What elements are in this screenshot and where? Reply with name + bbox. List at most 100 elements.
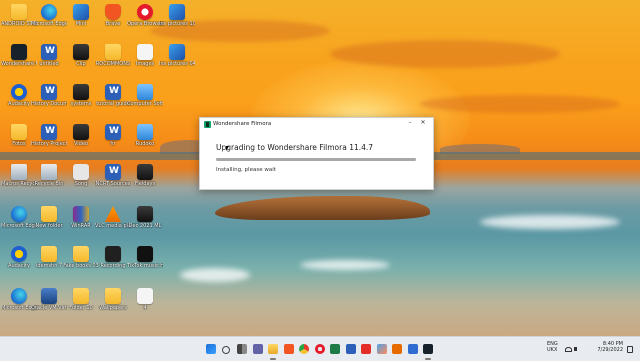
word-icon bbox=[105, 124, 121, 140]
minimize-button[interactable]: – bbox=[405, 119, 415, 129]
task-view-icon[interactable] bbox=[237, 344, 247, 354]
desktop-icon-label: Ins pictures 10 bbox=[159, 21, 195, 27]
desktop-icon[interactable]: Fotos bbox=[4, 124, 34, 156]
dialog-title: Wondershare Filmora bbox=[213, 121, 272, 127]
edge-icon bbox=[41, 4, 57, 20]
folder-icon bbox=[41, 206, 57, 222]
wifi-icon[interactable] bbox=[565, 347, 572, 352]
brave-icon[interactable] bbox=[283, 344, 294, 354]
desktop-icon-label: Fake books 03 bbox=[63, 263, 99, 269]
file-explorer-icon[interactable] bbox=[268, 344, 278, 354]
close-button[interactable]: ✕ bbox=[418, 119, 428, 129]
desktop-icon-label: Fieldays bbox=[134, 181, 156, 187]
desktop-icon[interactable]: Microsoft Edge bbox=[1, 206, 37, 238]
word-icon bbox=[105, 84, 121, 100]
desktop-icon[interactable]: Ins pictures 10 bbox=[159, 4, 195, 36]
word-icon bbox=[105, 164, 121, 180]
photos-icon[interactable] bbox=[376, 344, 387, 354]
desktop-icon[interactable]: 4 bbox=[130, 288, 160, 320]
desktop-icon[interactable]: Oracle VM VirtualBox bbox=[31, 288, 67, 320]
install-heading: Upgrading to Wondershare Filmora 11.4.7 bbox=[216, 143, 374, 152]
desktop-icon[interactable]: New folder bbox=[34, 206, 64, 238]
opera-icon[interactable] bbox=[314, 344, 325, 354]
desktop-icon[interactable]: Macros Recycle bbox=[1, 164, 37, 196]
word-icon[interactable] bbox=[345, 344, 356, 354]
desktop-icon[interactable]: Wondershare Filmora 11 bbox=[1, 44, 37, 76]
desktop-icon[interactable]: Ins pictures 04 bbox=[159, 44, 195, 76]
desktop-icon[interactable]: ROCOMMONS bbox=[96, 44, 130, 76]
folder-icon bbox=[105, 288, 121, 304]
desktop-icon[interactable]: Clip bbox=[66, 44, 96, 76]
desktop-icon[interactable]: Wallpapers bbox=[98, 288, 128, 320]
wallpaper-rock bbox=[215, 196, 430, 220]
install-progress-fill bbox=[216, 158, 416, 161]
vbox-icon bbox=[41, 288, 57, 304]
desktop-icon[interactable]: tutorial guide bbox=[96, 84, 130, 116]
desktop-icon[interactable]: Fake books 03 bbox=[63, 246, 99, 278]
youtube-icon[interactable] bbox=[361, 344, 371, 354]
folder-icon bbox=[105, 44, 121, 60]
desktop-icon[interactable]: Brave bbox=[98, 4, 128, 36]
desktop-icon[interactable]: Computer Soft bbox=[127, 84, 163, 116]
pdf-icon bbox=[73, 164, 89, 180]
desktop-icon[interactable]: Rudoko bbox=[130, 124, 160, 156]
desktop-icon[interactable]: WinRAR bbox=[66, 206, 96, 238]
folder-icon bbox=[11, 4, 27, 20]
clock[interactable]: 8:40 PM 7/29/2022 bbox=[597, 341, 623, 353]
file-icon bbox=[137, 288, 153, 304]
desktop-icon[interactable]: Song bbox=[66, 164, 96, 196]
desktop-icon[interactable]: Audacity bbox=[4, 246, 34, 278]
desktop-icon[interactable]: Opera Browser bbox=[127, 4, 163, 36]
dialog-titlebar[interactable]: Wondershare Filmora – ✕ bbox=[200, 118, 433, 132]
desktop-icon-label: Ins pictures 04 bbox=[159, 61, 195, 67]
desktop-icon[interactable]: NCRT Sources bbox=[96, 164, 130, 196]
desktop-icon-label: systems bbox=[70, 101, 92, 107]
opera-icon bbox=[137, 4, 153, 20]
language-indicator[interactable]: ENG UKX bbox=[547, 341, 558, 353]
filmora-icon[interactable] bbox=[423, 344, 433, 354]
excel-icon[interactable] bbox=[330, 344, 340, 354]
desktop-icon-label: Recording bbox=[100, 263, 126, 269]
desktop-icon[interactable]: Recording bbox=[98, 246, 128, 278]
misc-icon bbox=[137, 84, 153, 100]
desktop-icon[interactable]: Fieldays bbox=[130, 164, 160, 196]
desktop-icon[interactable]: History Project Wi... bbox=[31, 124, 67, 156]
desktop-icon[interactable]: Dec 2021 ML bbox=[129, 206, 161, 238]
audacity-icon bbox=[11, 246, 27, 262]
desktop-icon[interactable]: TikTok music HWM 09 bbox=[127, 246, 163, 278]
desktop-icon[interactable]: Folder 10 bbox=[66, 288, 96, 320]
desktop-icon[interactable]: idemsho 7 bbox=[34, 246, 64, 278]
desktop-icon[interactable]: Mini bbox=[66, 4, 96, 36]
folder-icon bbox=[73, 246, 89, 262]
desktop-icon[interactable]: systems bbox=[66, 84, 96, 116]
desktop-icon-label: VLC media player bbox=[95, 223, 131, 229]
desktop-icon[interactable]: Microsoft Edge bbox=[1, 288, 37, 320]
search-icon[interactable] bbox=[221, 346, 230, 354]
chat-icon[interactable] bbox=[252, 344, 263, 354]
notification-bell-icon[interactable] bbox=[627, 346, 633, 353]
volume-icon[interactable] bbox=[574, 347, 579, 351]
desktop-icon[interactable]: untitled bbox=[34, 44, 64, 76]
desktop-icon[interactable]: ANDROID STUDIO bbox=[1, 4, 37, 36]
desktop-icon[interactable]: Recycle Bin bbox=[34, 164, 64, 196]
video-icon bbox=[137, 206, 153, 222]
desktop-icon[interactable]: History Documen bbox=[31, 84, 67, 116]
desktop-icon[interactable]: Images bbox=[130, 44, 160, 76]
install-progress-bar bbox=[216, 158, 416, 161]
video-icon bbox=[137, 164, 153, 180]
install-status: Installing, please wait bbox=[216, 167, 276, 173]
desktop-icon[interactable]: Video bbox=[66, 124, 96, 156]
folder-icon bbox=[73, 288, 89, 304]
desktop-icon[interactable]: Audacity bbox=[4, 84, 34, 116]
word-icon bbox=[41, 44, 57, 60]
chrome-icon[interactable] bbox=[299, 344, 309, 354]
vlc-icon[interactable] bbox=[392, 344, 402, 354]
desktop-icon[interactable]: Microsoft Edge bbox=[31, 4, 67, 36]
dark-icon bbox=[105, 246, 121, 262]
start-icon[interactable] bbox=[206, 344, 216, 354]
wallpaper-cloud bbox=[420, 95, 620, 113]
desktop-icon[interactable]: hr bbox=[98, 124, 128, 156]
desktop-icon[interactable]: VLC media player bbox=[95, 206, 131, 238]
store-icon[interactable] bbox=[407, 344, 418, 354]
desktop-icon-label: WinRAR bbox=[71, 223, 91, 229]
